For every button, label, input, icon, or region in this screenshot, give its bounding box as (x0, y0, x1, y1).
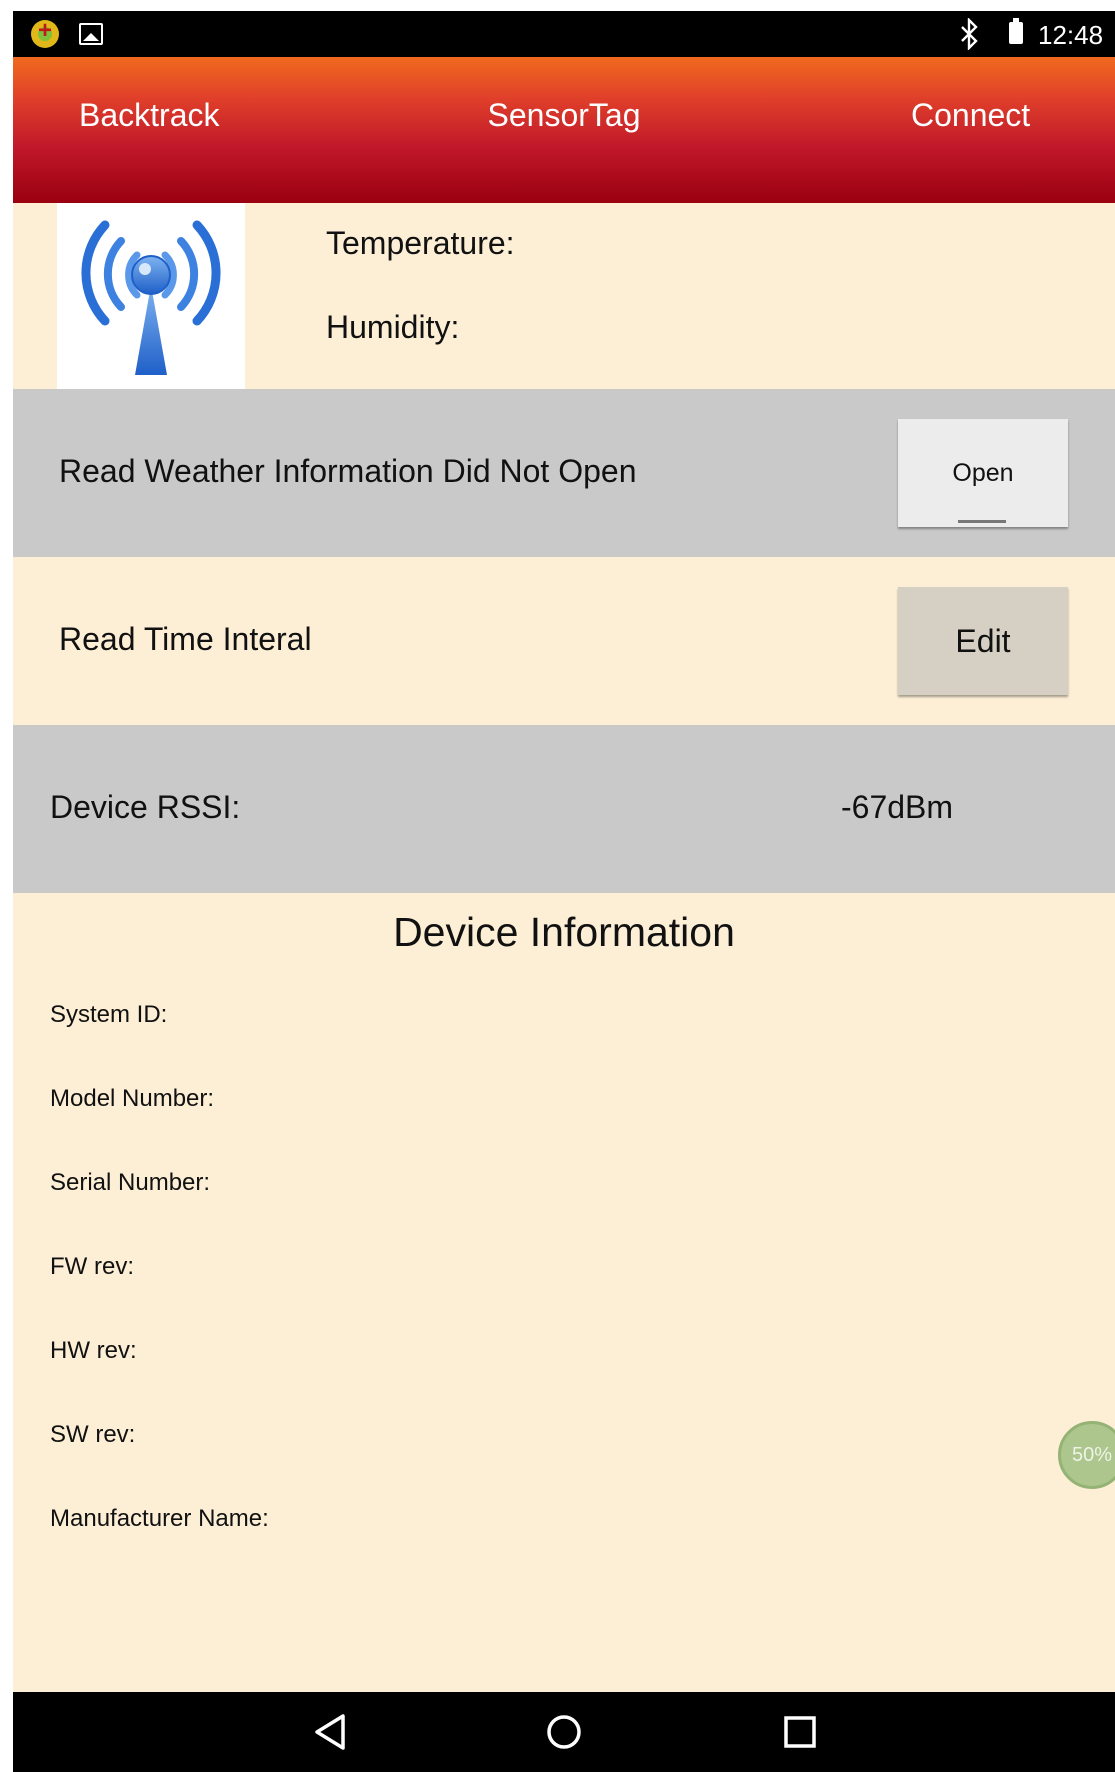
backtrack-button[interactable]: Backtrack (79, 97, 219, 134)
interval-label: Read Time Interal (59, 621, 312, 657)
navigation-bar (13, 1692, 1115, 1772)
rssi-value: -67dBm (841, 789, 954, 825)
system-id-label: System ID: (50, 1001, 168, 1028)
home-circle-icon[interactable] (542, 1710, 586, 1754)
temperature-label: Temperature: (326, 225, 515, 261)
rssi-row: Device RSSI: -67dBm (13, 725, 1115, 893)
app-notification-icon (31, 17, 59, 48)
edit-button[interactable]: Edit (898, 587, 1068, 695)
interval-row: Read Time Interal Edit (13, 557, 1115, 725)
rssi-label: Device RSSI: (50, 789, 241, 825)
app-screen: 12:48 SensorTag Backtrack Connect (13, 11, 1115, 1772)
manufacturer-name-label: Manufacturer Name: (50, 1505, 269, 1532)
connect-button[interactable]: Connect (911, 97, 1030, 134)
back-triangle-icon[interactable] (309, 1710, 353, 1754)
app-header: SensorTag Backtrack Connect (13, 57, 1115, 203)
serial-number-label: Serial Number: (50, 1169, 211, 1196)
hw-rev-label: HW rev: (50, 1337, 137, 1364)
device-info-title: Device Information (393, 909, 735, 955)
image-notification-icon (79, 23, 103, 45)
battery-icon (1009, 18, 1023, 44)
status-clock: 12:48 (1038, 20, 1104, 50)
model-number-label: Model Number: (50, 1085, 215, 1112)
antenna-signal-icon (57, 203, 245, 389)
humidity-label: Humidity: (326, 309, 460, 345)
weather-row: Read Weather Information Did Not Open Op… (13, 389, 1115, 557)
sw-rev-label: SW rev: (50, 1421, 136, 1448)
fw-rev-label: FW rev: (50, 1253, 134, 1280)
open-button[interactable]: Open (898, 419, 1068, 527)
bluetooth-icon (961, 18, 978, 50)
status-bar: 12:48 (13, 11, 1115, 57)
sensor-panel: Temperature: Humidity: (13, 203, 1115, 389)
recents-square-icon[interactable] (778, 1710, 822, 1754)
floating-progress-badge[interactable]: 50% (1058, 1421, 1115, 1489)
weather-status-label: Read Weather Information Did Not Open (59, 453, 637, 489)
